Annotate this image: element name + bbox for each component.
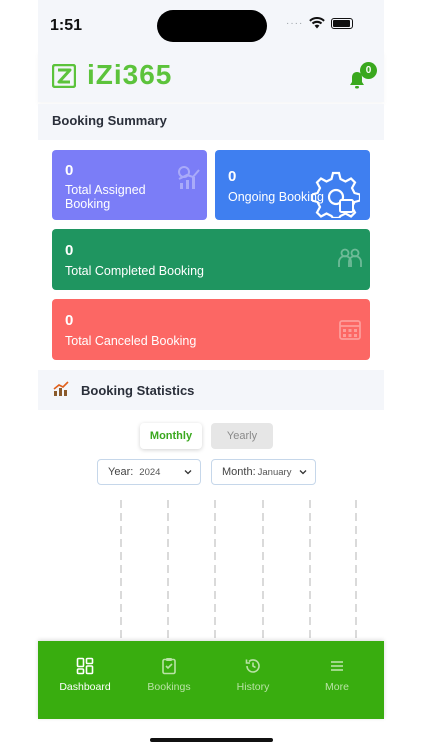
brand-logo: iZi365	[87, 59, 173, 90]
statistics-icon	[53, 381, 69, 396]
card-value: 0	[65, 162, 74, 179]
card-label: Total Completed Booking	[65, 264, 204, 278]
notification-badge: 0	[360, 62, 377, 79]
month-label: Month:	[222, 466, 256, 478]
nav-history[interactable]: History	[211, 657, 295, 707]
tab-monthly[interactable]: Monthly	[140, 423, 202, 449]
summary-title: Booking Summary	[52, 113, 167, 128]
chevron-down-icon	[184, 470, 192, 475]
nav-more[interactable]: More	[295, 657, 379, 707]
card-total-assigned[interactable]: 0 Total Assigned Booking	[52, 150, 207, 220]
card-value: 0	[65, 312, 74, 329]
menu-icon	[331, 661, 343, 671]
tab-yearly[interactable]: Yearly	[211, 423, 273, 449]
gear-icon	[312, 171, 360, 218]
nav-label: History	[236, 681, 270, 693]
logo-icon	[52, 64, 76, 88]
home-indicator[interactable]	[150, 738, 273, 742]
card-label: Total Canceled Booking	[65, 334, 197, 348]
year-label: Year:	[108, 466, 134, 478]
dashboard-icon	[76, 657, 94, 675]
users-icon	[338, 248, 362, 267]
month-value: January	[257, 466, 292, 478]
statistics-chart-gridlines	[120, 500, 357, 650]
card-label: Total Assigned Booking	[65, 183, 146, 211]
year-value: 2024	[139, 466, 161, 478]
status-time: 1:51	[50, 17, 83, 34]
nav-dashboard[interactable]: Dashboard	[43, 657, 127, 707]
card-total-canceled[interactable]: 0 Total Canceled Booking	[52, 299, 370, 360]
chevron-down-icon	[299, 470, 307, 475]
card-value: 0	[228, 168, 237, 185]
card-value: 0	[65, 242, 74, 259]
nav-label: More	[325, 681, 349, 693]
year-select[interactable]: Year: 2024	[97, 459, 201, 485]
card-total-completed[interactable]: 0 Total Completed Booking	[52, 229, 370, 290]
wifi-icon	[309, 17, 326, 29]
card-ongoing[interactable]: 0 Ongoing Booking	[215, 150, 370, 220]
calendar-icon	[339, 320, 361, 340]
dynamic-island	[157, 10, 267, 42]
month-select[interactable]: Month: January	[211, 459, 316, 485]
statistics-title: Booking Statistics	[81, 383, 195, 398]
signal-dots-icon: ····	[286, 17, 304, 29]
clipboard-icon	[162, 658, 176, 675]
nav-bookings[interactable]: Bookings	[127, 657, 211, 707]
chart-icon	[178, 166, 200, 189]
history-icon	[245, 659, 260, 673]
battery-icon	[331, 17, 354, 29]
system-indicators: ····	[286, 17, 354, 29]
nav-label: Bookings	[147, 681, 191, 693]
nav-label: Dashboard	[59, 681, 111, 693]
